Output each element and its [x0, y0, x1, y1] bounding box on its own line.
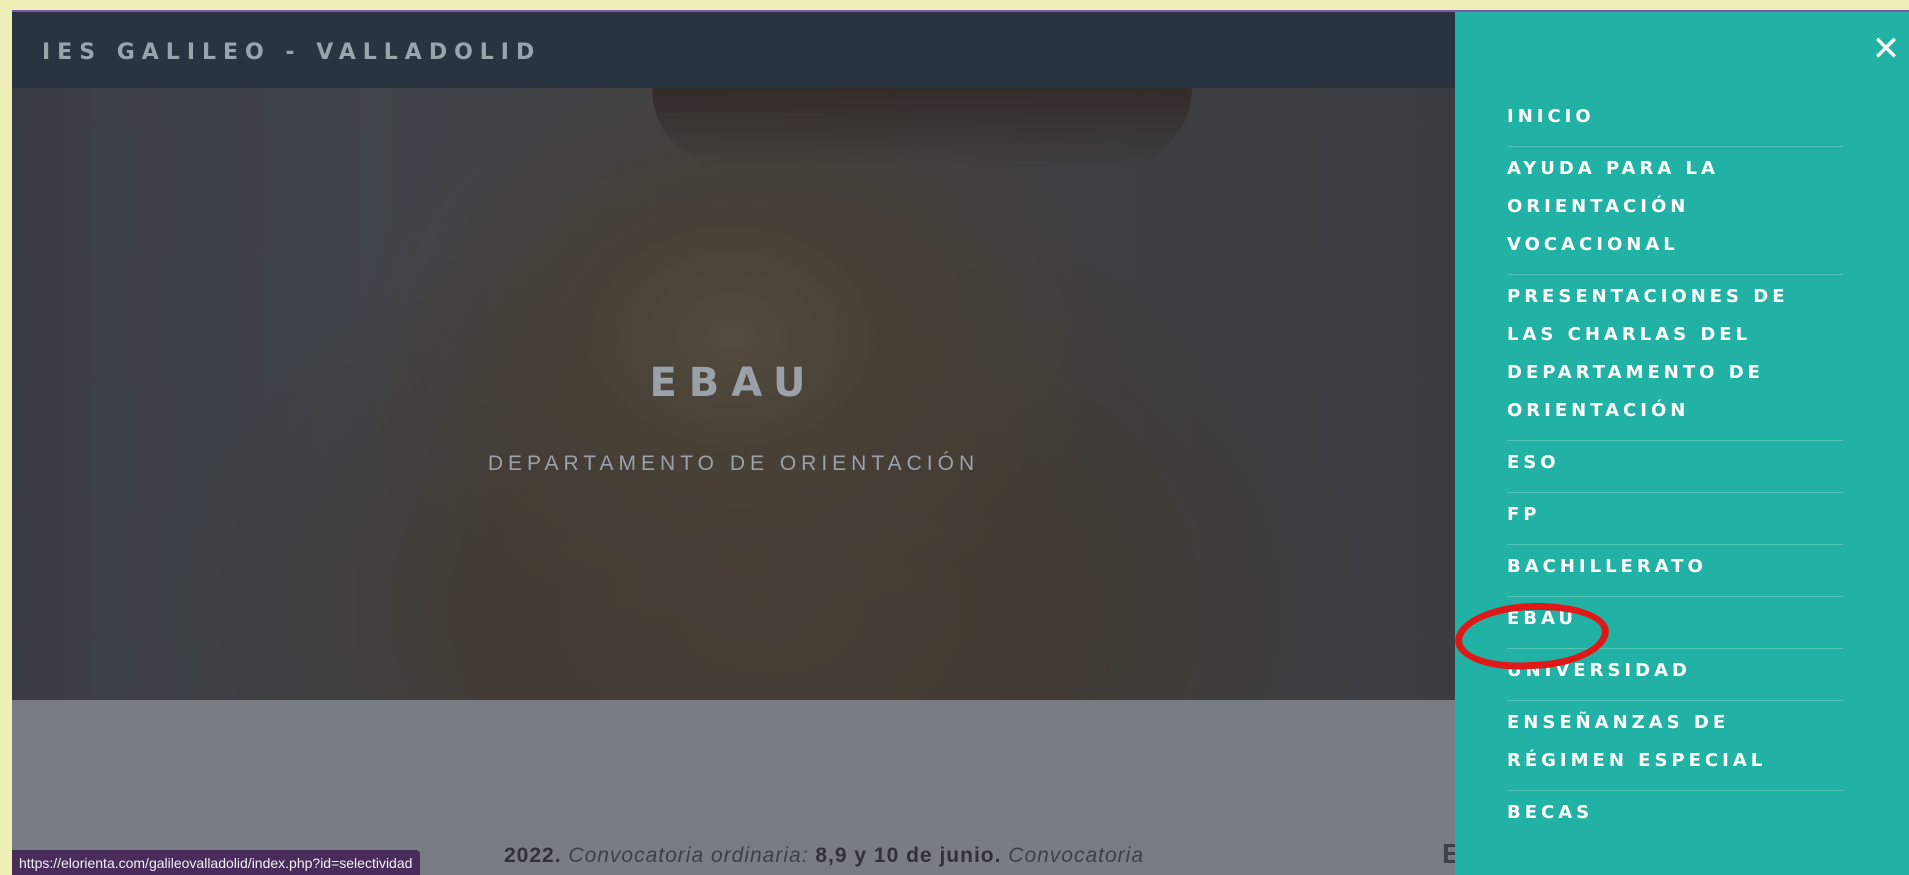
hero-banner: EBAU DEPARTAMENTO DE ORIENTACIÓN [12, 88, 1455, 700]
menu-item-label: UNIVERSIDAD [1507, 660, 1691, 681]
content-dates: 8,9 y 10 de junio. [815, 844, 1002, 867]
content-heading: El [1442, 838, 1455, 870]
browser-viewport: IES GALILEO - VALLADOLID EBAU DEPARTAMEN… [12, 10, 1909, 875]
menu-item-label: FP [1507, 504, 1541, 525]
status-bar-url: https://elorienta.com/galileovalladolid/… [12, 850, 421, 875]
sidebar-menu-list: INICIO AYUDA PARA LA ORIENTACIÓN VOCACIO… [1507, 98, 1843, 842]
content-year: 2022. [504, 844, 562, 867]
menu-item-ayuda-orientacion[interactable]: AYUDA PARA LA ORIENTACIÓN VOCACIONAL [1507, 147, 1843, 275]
site-header: IES GALILEO - VALLADOLID [12, 12, 1455, 88]
content-convocatoria-extra: Convocatoria [1008, 844, 1145, 867]
page-title: EBAU [649, 360, 818, 406]
content-convocatoria-ordinaria: Convocatoria ordinaria: [568, 844, 809, 867]
close-icon[interactable]: ✕ [1871, 32, 1901, 66]
menu-item-ensenanzas-regimen-especial[interactable]: ENSEÑANZAS DE RÉGIMEN ESPECIAL [1507, 701, 1843, 791]
content-section: 2022. Convocatoria ordinaria: 8,9 y 10 d… [12, 700, 1455, 875]
menu-item-universidad[interactable]: UNIVERSIDAD [1507, 649, 1843, 701]
menu-item-label: EBAU [1507, 608, 1578, 629]
page-subtitle: DEPARTAMENTO DE ORIENTACIÓN [487, 452, 980, 475]
site-brand[interactable]: IES GALILEO - VALLADOLID [42, 40, 541, 65]
menu-item-fp[interactable]: FP [1507, 493, 1843, 545]
menu-item-label: AYUDA PARA LA ORIENTACIÓN VOCACIONAL [1507, 158, 1719, 255]
menu-item-eso[interactable]: ESO [1507, 441, 1843, 493]
menu-item-label: BECAS [1507, 802, 1594, 823]
menu-item-inicio[interactable]: INICIO [1507, 98, 1843, 147]
menu-item-label: INICIO [1507, 106, 1595, 127]
content-paragraph: 2022. Convocatoria ordinaria: 8,9 y 10 d… [504, 844, 1144, 868]
menu-item-bachillerato[interactable]: BACHILLERATO [1507, 545, 1843, 597]
menu-item-label: PRESENTACIONES DE LAS CHARLAS DEL DEPART… [1507, 286, 1789, 421]
page-content: IES GALILEO - VALLADOLID EBAU DEPARTAMEN… [12, 12, 1455, 875]
menu-item-label: ESO [1507, 452, 1560, 473]
menu-item-ebau[interactable]: EBAU [1507, 597, 1843, 649]
menu-item-label: ENSEÑANZAS DE RÉGIMEN ESPECIAL [1507, 712, 1767, 771]
menu-item-becas[interactable]: BECAS [1507, 791, 1843, 842]
sidebar-menu: ✕ INICIO AYUDA PARA LA ORIENTACIÓN VOCAC… [1455, 12, 1909, 875]
menu-item-presentaciones[interactable]: PRESENTACIONES DE LAS CHARLAS DEL DEPART… [1507, 275, 1843, 441]
menu-item-label: BACHILLERATO [1507, 556, 1707, 577]
